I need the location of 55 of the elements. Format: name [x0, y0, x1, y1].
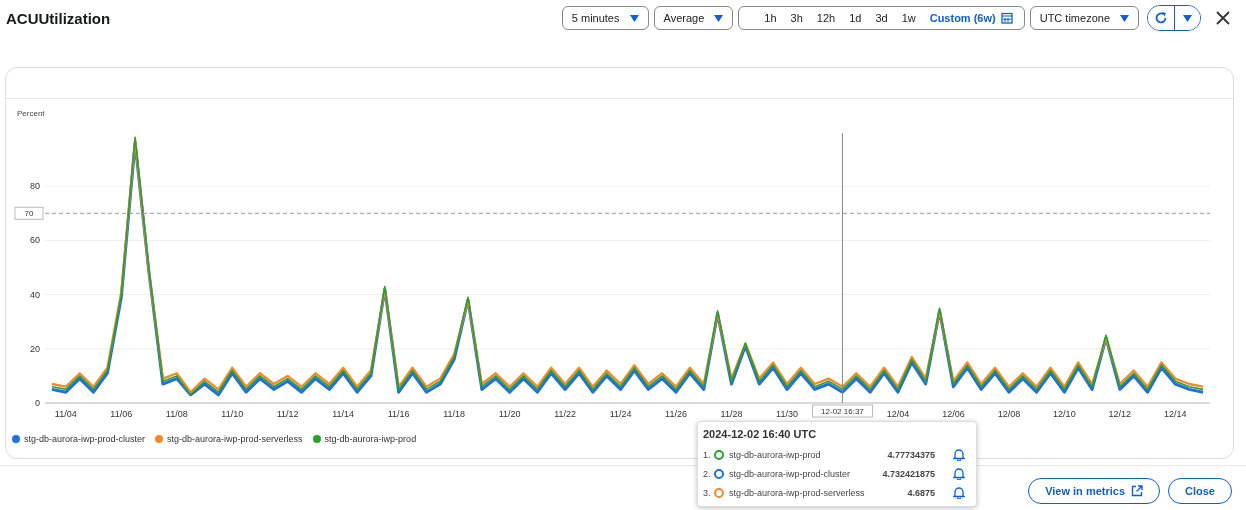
time-range-option[interactable]: 1w	[894, 12, 923, 24]
time-range-option[interactable]: 12h	[809, 12, 843, 24]
row-index: 1.	[703, 449, 712, 460]
y-tick-label: 0	[35, 398, 40, 408]
x-tick-label: 11/06	[110, 409, 133, 419]
crosshair-label: 12-02 16:37	[811, 404, 873, 418]
time-range-option[interactable]: 3h	[783, 12, 810, 24]
time-range-option[interactable]: 3d	[868, 12, 895, 24]
x-tick-label: 11/28	[720, 409, 743, 419]
x-tick-label: 11/22	[554, 409, 576, 419]
tooltip-title: 2024-12-02 16:40 UTC	[703, 428, 818, 440]
series-value: 4.77734375	[887, 449, 935, 460]
statistic-dropdown[interactable]: Average	[653, 6, 734, 30]
y-axis-label: Percent	[17, 109, 45, 118]
x-tick-label: 12/06	[942, 409, 965, 419]
x-tick-label: 11/04	[54, 409, 77, 419]
ref-line-label: 70	[24, 209, 34, 219]
series-value: 4.732421875	[882, 468, 935, 479]
x-tick-label: 11/14	[332, 409, 355, 419]
x-tick-label: 11/26	[665, 409, 687, 419]
y-tick-label: 40	[30, 289, 40, 300]
panel-title: ACUUtilization	[6, 9, 111, 27]
close-button[interactable]: Close	[1168, 478, 1232, 504]
series-value: 4.6875	[907, 487, 935, 498]
x-tick-label: 11/24	[609, 409, 632, 419]
x-tick-label: 12/14	[1164, 409, 1187, 419]
timezone-dropdown[interactable]: UTC timezone	[1029, 6, 1139, 30]
series-name: stg-db-aurora-iwp-prod	[729, 449, 822, 460]
period-dropdown[interactable]: 5 minutes	[561, 6, 649, 30]
time-range-option[interactable]: 1h	[757, 12, 784, 24]
series-name: stg-db-aurora-iwp-prod-cluster	[729, 468, 852, 479]
x-tick-label: 11/20	[498, 409, 521, 419]
y-tick-label: 80	[30, 181, 40, 192]
x-tick-label: 11/10	[221, 409, 244, 419]
time-range-option[interactable]: 1d	[842, 12, 869, 24]
x-tick-label: 11/18	[443, 409, 466, 419]
x-tick-label: 12/12	[1108, 409, 1132, 419]
x-tick-label: 12/04	[886, 409, 910, 419]
x-tick-label: 12/08	[997, 409, 1021, 419]
row-index: 3.	[703, 487, 712, 498]
x-tick-label: 11/12	[276, 409, 299, 419]
y-tick-label: 20	[30, 343, 40, 354]
series-name: stg-db-aurora-iwp-prod-serverless	[729, 487, 866, 498]
x-tick-label: 12/10	[1053, 409, 1076, 419]
x-tick-label: 11/16	[387, 409, 410, 419]
view-in-metrics-button[interactable]: View in metrics	[1028, 478, 1161, 504]
time-range-option[interactable]: Custom (6w)	[922, 12, 1020, 24]
x-tick-label: 11/08	[165, 409, 188, 419]
x-tick-label: 11/30	[776, 409, 798, 419]
threshold-label: 70	[14, 206, 44, 220]
legend-label: stg-db-aurora-iwp-prod-cluster	[24, 434, 146, 444]
legend-label: stg-db-aurora-iwp-prod	[324, 434, 417, 444]
row-index: 2.	[703, 468, 712, 479]
legend-label: stg-db-aurora-iwp-prod-serverless	[167, 434, 303, 444]
y-tick-label: 60	[30, 235, 40, 246]
